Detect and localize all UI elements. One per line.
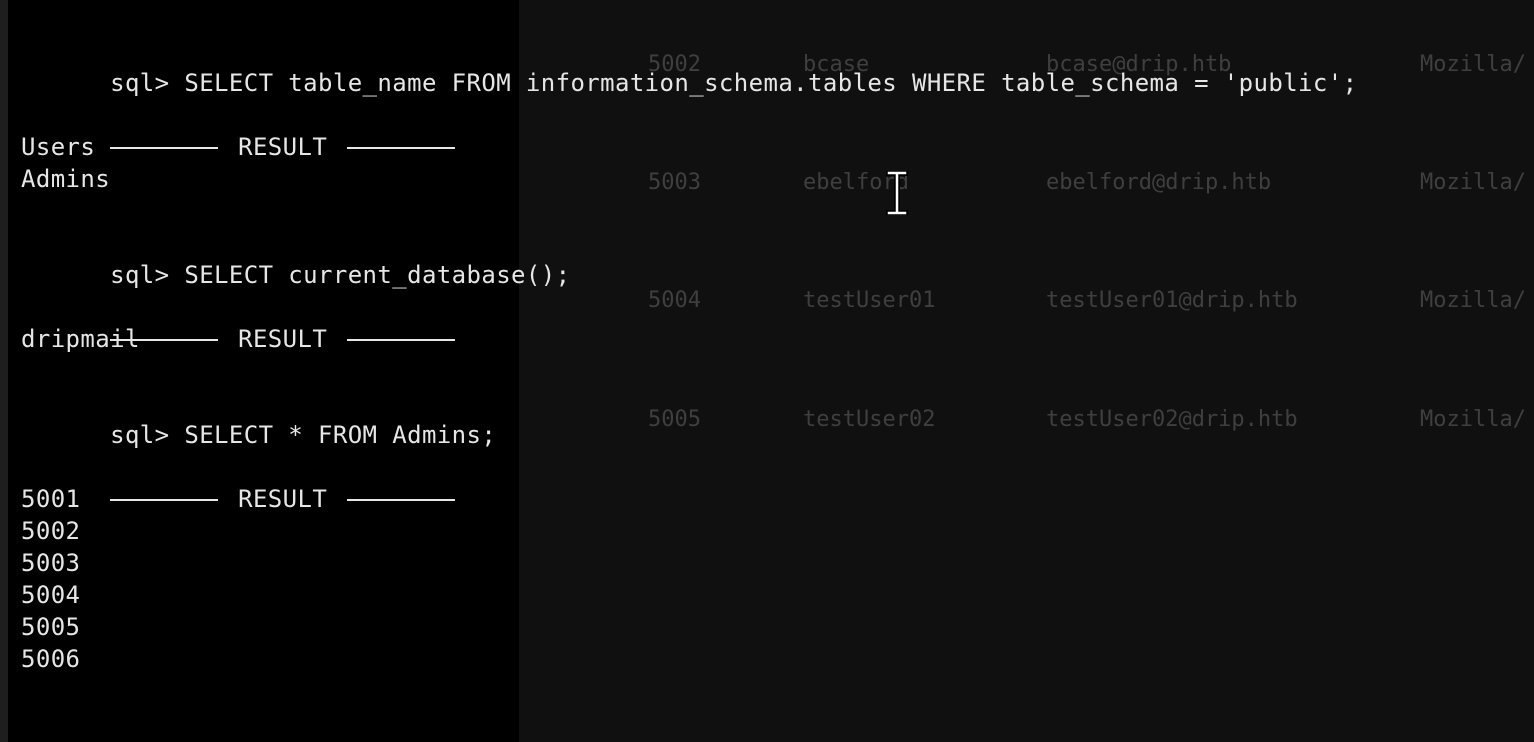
result-line: Admins — [21, 165, 111, 193]
cell-id: 5004 — [648, 288, 701, 313]
result-label: RESULT — [238, 485, 328, 513]
command-line: sql> SELECT current_database(); — [21, 227, 570, 289]
result-line: 5001 — [21, 485, 81, 513]
prompt: sql> — [110, 421, 185, 449]
result-rule-right — [347, 499, 456, 501]
cell-email: testUser02@drip.htb — [1046, 407, 1298, 432]
cell-user-agent: Mozilla/ — [1420, 407, 1526, 432]
result-rule-left — [110, 147, 219, 149]
cell-id: 5005 — [648, 407, 701, 432]
cell-id: 5003 — [648, 170, 701, 195]
result-rule-right — [347, 147, 456, 149]
result-line: 5004 — [21, 581, 81, 609]
result-header: RESULT — [21, 451, 456, 513]
result-label: RESULT — [238, 325, 328, 353]
result-line: 5005 — [21, 613, 81, 641]
result-label: RESULT — [238, 133, 328, 161]
result-line: dripmail — [21, 325, 140, 353]
text-cursor-ibeam-icon — [886, 171, 908, 215]
result-rule-right — [347, 339, 456, 341]
result-line: 5002 — [21, 517, 81, 545]
command-line: sql> SELECT * FROM Admins; — [21, 387, 496, 449]
sql-command: SELECT table_name FROM information_schem… — [184, 69, 1358, 97]
result-rule-left — [110, 499, 219, 501]
cell-username: testUser02 — [803, 407, 936, 432]
cell-email: ebelford@drip.htb — [1046, 170, 1272, 195]
cell-email: testUser01@drip.htb — [1046, 288, 1298, 313]
sql-command: SELECT * FROM Admins; — [184, 421, 497, 449]
cell-username: testUser01 — [803, 288, 936, 313]
result-line: Users — [21, 133, 96, 161]
sql-terminal[interactable]: sql> SELECT table_name FROM information_… — [0, 0, 1357, 742]
prompt: sql> — [110, 261, 185, 289]
result-line: 5006 — [21, 645, 81, 673]
prompt: sql> — [110, 69, 185, 97]
cell-user-agent: Mozilla/ — [1420, 170, 1526, 195]
screen: 5002 bcase bcase@drip.htb Mozilla/ 5003 … — [0, 0, 1534, 742]
result-header: RESULT — [21, 99, 456, 161]
cell-user-agent: Mozilla/ — [1420, 52, 1526, 77]
command-line: sql> SELECT table_name FROM information_… — [21, 35, 1357, 97]
sql-command: SELECT current_database(); — [184, 261, 571, 289]
result-line: 5003 — [21, 549, 81, 577]
result-header: RESULT — [21, 291, 456, 353]
active-prompt-line[interactable]: sql> — [21, 707, 202, 742]
cell-user-agent: Mozilla/ — [1420, 288, 1526, 313]
